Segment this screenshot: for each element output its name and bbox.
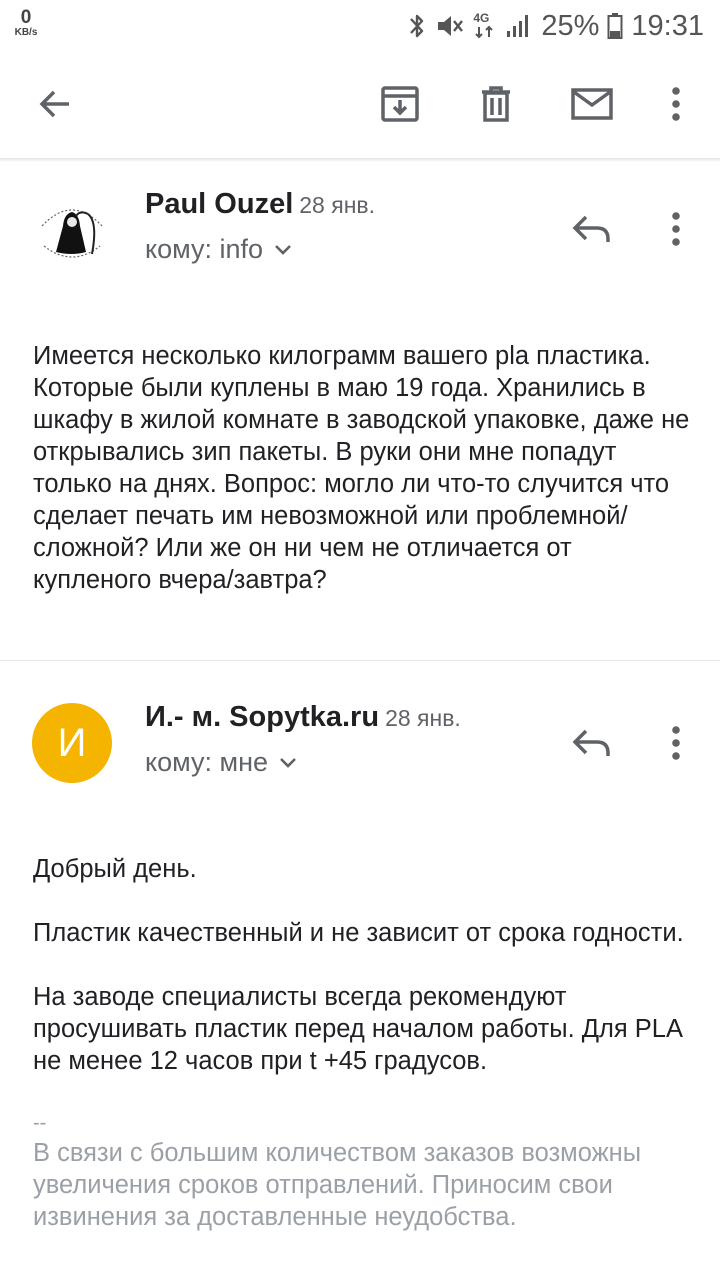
body-paragraph: Имеется несколько килограмм вашего pla п…	[33, 342, 690, 594]
recipient-label: кому: мне	[145, 747, 268, 777]
sender-name: Paul Ouzel	[145, 188, 294, 220]
signature-text: В связи с большим количеством заказов во…	[33, 1139, 642, 1231]
mark-unread-button[interactable]	[564, 76, 620, 132]
recipient-details-toggle[interactable]: кому: мне	[145, 747, 298, 778]
network-speed-unit: KB/s	[14, 27, 38, 38]
avatar[interactable]: И	[32, 703, 112, 783]
delete-button[interactable]	[468, 76, 524, 132]
battery-percent: 25%	[541, 9, 600, 42]
sender-line: И.- м. Sopytka.ru 28 янв.	[145, 701, 461, 734]
message-body: Добрый день. Пластик качественный и не з…	[33, 853, 693, 1233]
mark-unread-icon	[571, 88, 613, 120]
message-body: Имеется несколько килограмм вашего pla п…	[33, 340, 693, 596]
message-card: Paul Ouzel 28 янв. кому: info Имеется нес…	[0, 162, 720, 660]
sender-line: Paul Ouzel 28 янв.	[145, 188, 375, 221]
body-paragraph: Добрый день.	[33, 855, 197, 883]
back-button[interactable]	[27, 76, 83, 132]
clock: 19:31	[631, 9, 704, 42]
archive-icon	[381, 86, 419, 122]
more-options-button[interactable]	[648, 76, 704, 132]
sender-name: И.- м. Sopytka.ru	[145, 701, 380, 733]
message-more-button[interactable]	[648, 715, 704, 771]
message-date: 28 янв.	[385, 705, 461, 731]
back-arrow-icon	[39, 90, 69, 118]
top-app-bar	[0, 52, 720, 158]
mobile-data-icon: 4G	[473, 11, 497, 41]
network-speed: 0 KB/s	[10, 8, 42, 38]
body-paragraph: На заводе специалисты всегда рекомендуют…	[33, 983, 682, 1075]
more-vert-icon	[672, 212, 680, 246]
bluetooth-icon	[407, 11, 427, 41]
body-paragraph: Пластик качественный и не зависит от сро…	[33, 919, 684, 947]
message-card: И И.- м. Sopytka.ru 28 янв. кому: мне Доб…	[0, 661, 720, 1280]
delete-icon	[482, 86, 510, 122]
chevron-down-icon	[280, 757, 296, 768]
recipient-details-toggle[interactable]: кому: info	[145, 234, 293, 265]
battery-icon	[607, 11, 623, 41]
reply-icon	[572, 215, 610, 242]
signal-icon	[505, 11, 533, 41]
archive-button[interactable]	[372, 76, 428, 132]
status-bar: 0 KB/s 4G 25% 19:31	[0, 0, 720, 52]
reply-button[interactable]	[564, 201, 620, 257]
signature-separator: --	[33, 1112, 47, 1134]
avatar[interactable]	[32, 192, 112, 272]
mute-icon	[435, 11, 465, 41]
reply-icon	[572, 729, 610, 756]
grim-reaper-avatar-image	[32, 192, 112, 272]
chevron-down-icon	[275, 244, 291, 255]
message-more-button[interactable]	[648, 201, 704, 257]
network-speed-value: 0	[20, 7, 32, 28]
reply-button[interactable]	[564, 715, 620, 771]
recipient-label: кому: info	[145, 234, 264, 264]
message-date: 28 янв.	[299, 192, 376, 218]
more-vert-icon	[672, 726, 680, 760]
avatar-letter: И	[57, 720, 87, 765]
more-vert-icon	[672, 87, 680, 121]
